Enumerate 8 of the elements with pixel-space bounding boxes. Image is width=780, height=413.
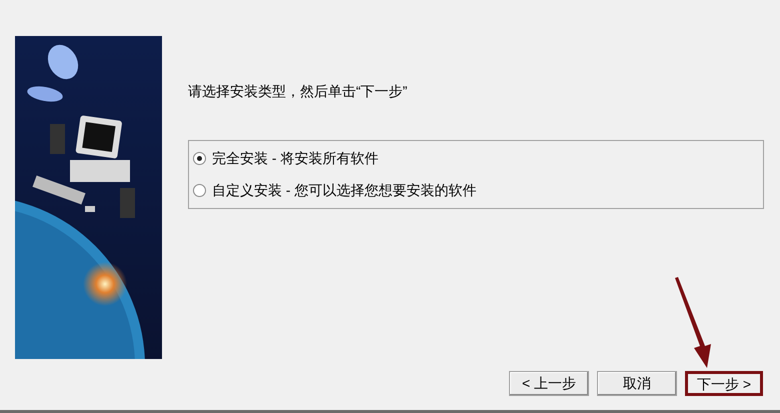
wizard-button[interactable]: 取消 — [597, 371, 677, 396]
wizard-button[interactable]: < 上一步 — [509, 371, 589, 396]
radio-label[interactable]: 完全安装 - 将安装所有软件 — [212, 148, 378, 169]
radio-button[interactable] — [193, 152, 206, 165]
wizard-button[interactable]: 下一步 > — [685, 371, 763, 396]
radio-button[interactable] — [193, 184, 206, 197]
instruction-text: 请选择安装类型，然后单击“下一步” — [188, 82, 408, 101]
radio-label[interactable]: 自定义安装 - 您可以选择您想要安装的软件 — [212, 180, 476, 201]
